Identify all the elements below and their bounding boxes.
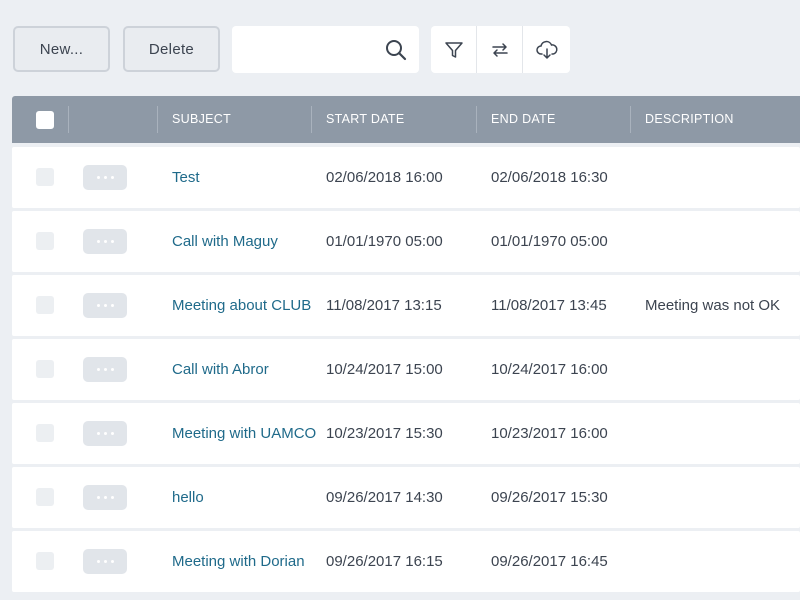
filter-icon <box>444 41 463 58</box>
dot-icon <box>103 304 107 307</box>
dot-icon <box>110 496 114 499</box>
dot-icon <box>96 560 100 563</box>
subject-link[interactable]: Test <box>172 147 322 208</box>
column-divider[interactable] <box>630 106 631 133</box>
subject-link[interactable]: Call with Maguy <box>172 211 322 272</box>
row-checkbox[interactable] <box>36 296 54 314</box>
dot-icon <box>110 560 114 563</box>
start-date-cell: 02/06/2018 16:00 <box>326 169 443 186</box>
dot-icon <box>103 560 107 563</box>
dot-icon <box>96 240 100 243</box>
grid-actions <box>431 26 570 73</box>
dot-icon <box>96 176 100 179</box>
dot-icon <box>110 240 114 243</box>
dot-icon <box>103 240 107 243</box>
table-row[interactable]: Meeting about CLUB 11/08/2017 13:15 11/0… <box>12 275 800 336</box>
table-row[interactable]: Call with Abror 10/24/2017 15:00 10/24/2… <box>12 339 800 400</box>
refresh-icon <box>491 42 508 57</box>
dot-icon <box>103 176 107 179</box>
select-all-checkbox[interactable] <box>36 111 54 129</box>
dot-icon <box>103 432 107 435</box>
subject-link[interactable]: hello <box>172 467 322 528</box>
column-header-subject[interactable]: SUBJECT <box>172 96 231 143</box>
row-actions-button[interactable] <box>83 293 127 318</box>
column-divider[interactable] <box>157 106 158 133</box>
table-row[interactable]: hello 09/26/2017 14:30 09/26/2017 15:30 <box>12 467 800 528</box>
dot-icon <box>110 176 114 179</box>
start-date-cell: 09/26/2017 16:15 <box>326 553 443 570</box>
dot-icon <box>110 368 114 371</box>
row-actions-button[interactable] <box>83 229 127 254</box>
subject-link[interactable]: Call with Abror <box>172 339 322 400</box>
dot-icon <box>103 368 107 371</box>
export-button[interactable] <box>523 26 570 73</box>
cloud-download-icon <box>535 40 558 59</box>
new-button[interactable]: New... <box>13 26 110 72</box>
table-row[interactable]: Test 02/06/2018 16:00 02/06/2018 16:30 <box>12 147 800 208</box>
search-box <box>232 26 419 73</box>
dot-icon <box>96 304 100 307</box>
start-date-cell: 10/23/2017 15:30 <box>326 425 443 442</box>
end-date-cell: 10/23/2017 16:00 <box>491 425 608 442</box>
column-header-end-date[interactable]: END DATE <box>491 96 556 143</box>
end-date-cell: 11/08/2017 13:45 <box>491 297 607 314</box>
end-date-cell: 02/06/2018 16:30 <box>491 169 608 186</box>
refresh-button[interactable] <box>477 26 523 73</box>
delete-button[interactable]: Delete <box>123 26 220 72</box>
row-actions-button[interactable] <box>83 165 127 190</box>
dot-icon <box>110 432 114 435</box>
row-checkbox[interactable] <box>36 360 54 378</box>
start-date-cell: 09/26/2017 14:30 <box>326 489 443 506</box>
subject-link[interactable]: Meeting about CLUB <box>172 275 322 336</box>
dot-icon <box>96 432 100 435</box>
row-actions-button[interactable] <box>83 485 127 510</box>
column-divider[interactable] <box>476 106 477 133</box>
dot-icon <box>96 368 100 371</box>
end-date-cell: 09/26/2017 16:45 <box>491 553 608 570</box>
row-checkbox[interactable] <box>36 232 54 250</box>
start-date-cell: 11/08/2017 13:15 <box>326 297 442 314</box>
end-date-cell: 01/01/1970 05:00 <box>491 233 608 250</box>
row-actions-button[interactable] <box>83 357 127 382</box>
description-cell: Meeting was not OK <box>645 297 781 314</box>
table-row[interactable]: Meeting with UAMCO 10/23/2017 15:30 10/2… <box>12 403 800 464</box>
start-date-cell: 01/01/1970 05:00 <box>326 233 443 250</box>
subject-link[interactable]: Meeting with Dorian <box>172 531 322 592</box>
table-row[interactable]: Meeting with Dorian 09/26/2017 16:15 09/… <box>12 531 800 592</box>
row-actions-button[interactable] <box>83 421 127 446</box>
toolbar: New... Delete <box>0 0 800 96</box>
column-header-start-date[interactable]: START DATE <box>326 96 404 143</box>
row-actions-button[interactable] <box>83 549 127 574</box>
row-checkbox[interactable] <box>36 488 54 506</box>
end-date-cell: 10/24/2017 16:00 <box>491 361 608 378</box>
end-date-cell: 09/26/2017 15:30 <box>491 489 608 506</box>
column-divider[interactable] <box>311 106 312 133</box>
grid-header: SUBJECT START DATE END DATE DESCRIPTION <box>12 96 800 143</box>
column-divider[interactable] <box>68 106 69 133</box>
table-row[interactable]: Call with Maguy 01/01/1970 05:00 01/01/1… <box>12 211 800 272</box>
search-icon[interactable] <box>385 39 407 61</box>
row-checkbox[interactable] <box>36 552 54 570</box>
start-date-cell: 10/24/2017 15:00 <box>326 361 443 378</box>
column-header-description[interactable]: DESCRIPTION <box>645 96 734 143</box>
row-checkbox[interactable] <box>36 168 54 186</box>
filter-button[interactable] <box>431 26 477 73</box>
dot-icon <box>110 304 114 307</box>
row-checkbox[interactable] <box>36 424 54 442</box>
subject-link[interactable]: Meeting with UAMCO <box>172 403 322 464</box>
dot-icon <box>103 496 107 499</box>
dot-icon <box>96 496 100 499</box>
search-input[interactable] <box>232 26 372 73</box>
